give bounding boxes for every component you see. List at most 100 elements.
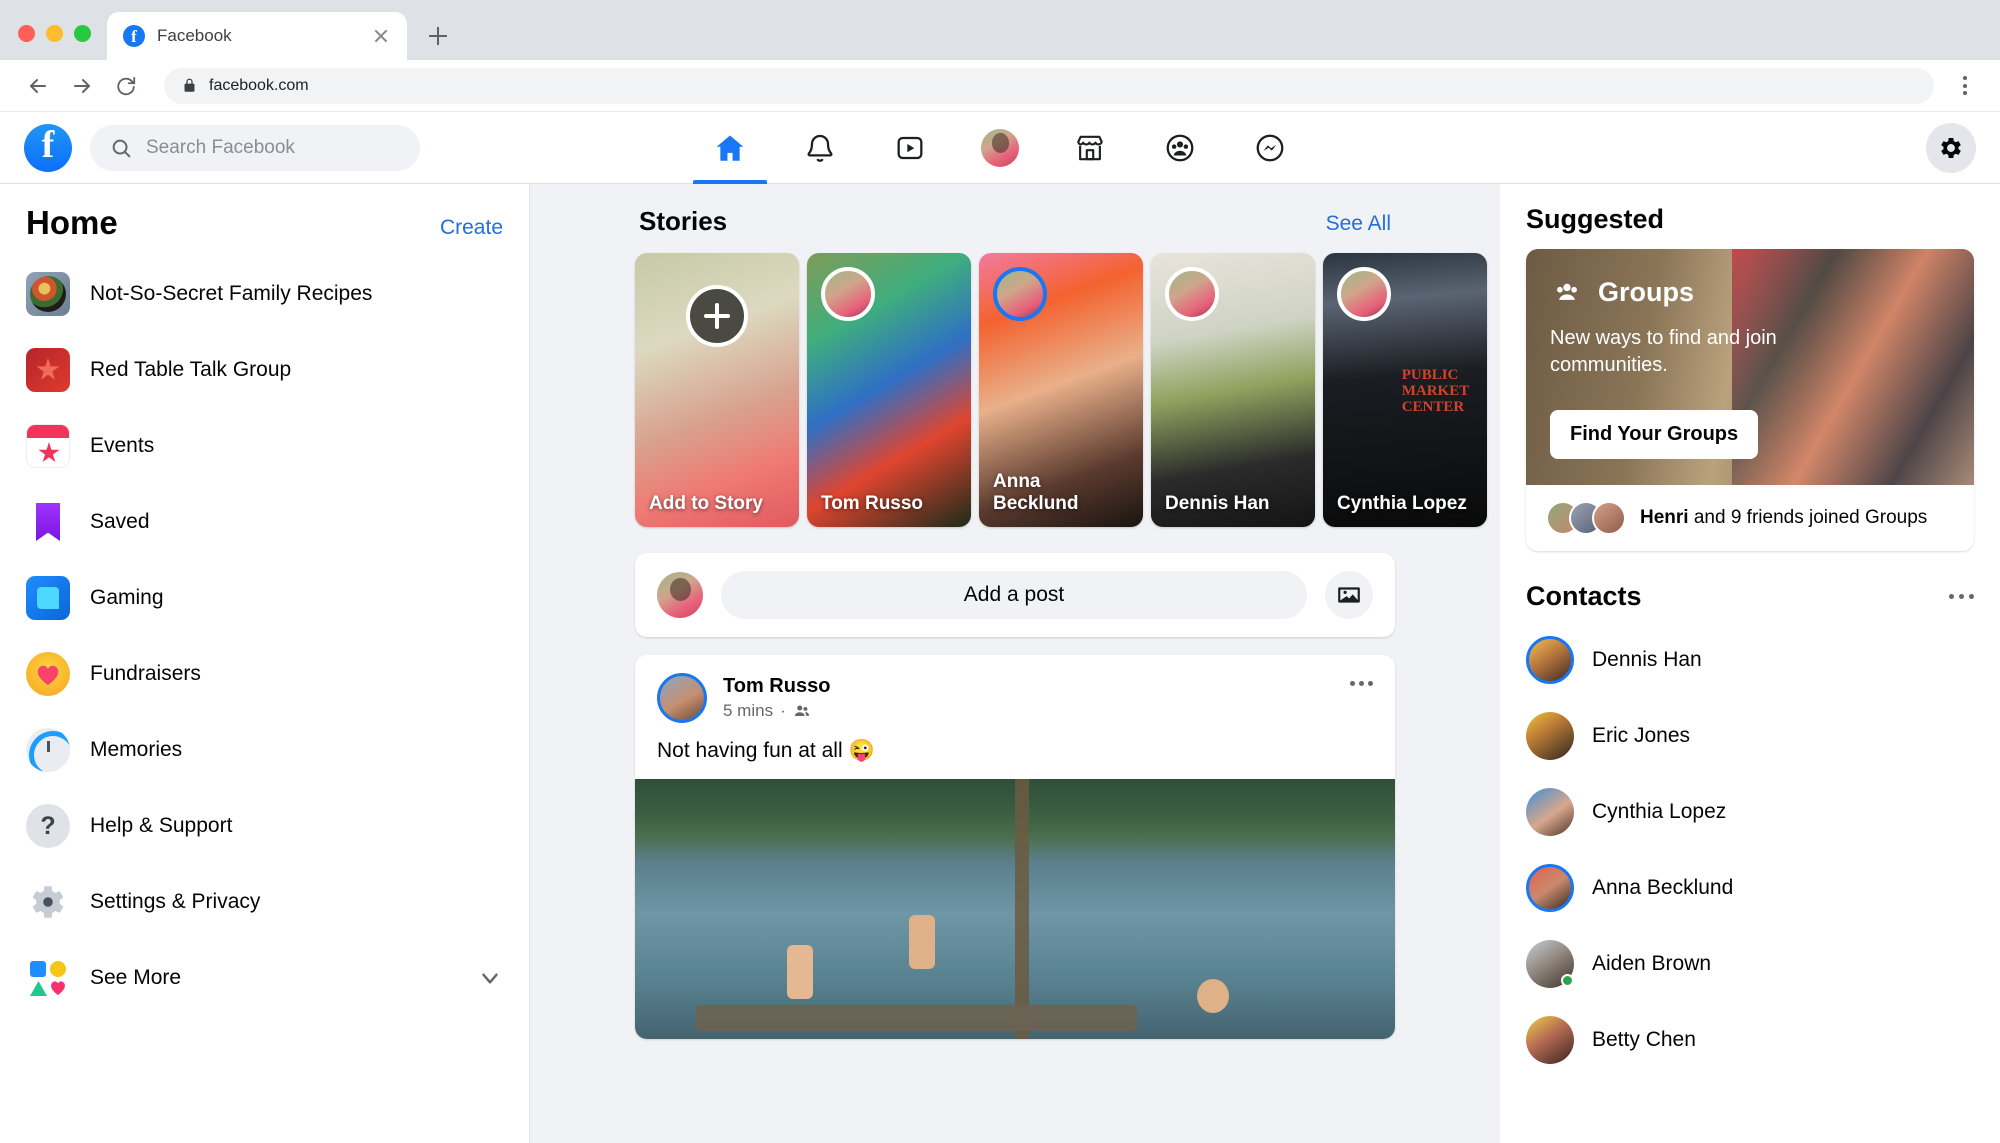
contact-row[interactable]: Aiden Brown (1526, 926, 1974, 1002)
new-tab-icon[interactable] (421, 19, 455, 53)
post-image[interactable] (635, 779, 1395, 1039)
nav-notifications[interactable] (775, 112, 865, 183)
online-status-badge (1561, 974, 1574, 987)
back-arrow-icon[interactable] (18, 66, 58, 106)
minimize-window-button[interactable] (46, 25, 63, 42)
sidebar-item-label: Help & Support (90, 814, 233, 837)
find-your-groups-button[interactable]: Find Your Groups (1550, 410, 1759, 459)
sidebar-item-label: Not-So-Secret Family Recipes (90, 282, 373, 305)
contact-row[interactable]: Eric Jones (1526, 698, 1974, 774)
nav-messenger[interactable] (1225, 112, 1315, 183)
close-window-button[interactable] (18, 25, 35, 42)
contacts-header: Contacts (1526, 581, 1974, 612)
gaming-icon (26, 576, 70, 620)
contact-row[interactable]: Anna Becklund (1526, 850, 1974, 926)
nav-groups[interactable] (1135, 112, 1225, 183)
story-card[interactable]: Tom Russo (807, 253, 971, 527)
post-text: Not having fun at all 😜 (657, 739, 875, 762)
sidebar-header: Home Create (26, 204, 503, 242)
contact-row[interactable]: Dennis Han (1526, 622, 1974, 698)
story-card-add[interactable]: Add to Story (635, 253, 799, 527)
groups-card-footer: Henri and 9 friends joined Groups (1526, 485, 1974, 551)
sidebar-item-label: Gaming (90, 586, 164, 609)
sidebar-item-gaming[interactable]: Gaming (26, 560, 503, 636)
sidebar-item-recipes[interactable]: Not-So-Secret Family Recipes (26, 256, 503, 332)
url-text: facebook.com (209, 76, 309, 94)
photo-icon[interactable] (1325, 571, 1373, 619)
window-traffic-lights (18, 25, 107, 60)
story-card[interactable]: Anna Becklund (979, 253, 1143, 527)
story-label: Cynthia Lopez (1337, 492, 1467, 514)
facebook-header: f (0, 112, 2000, 184)
add-post-input[interactable]: Add a post (721, 571, 1307, 619)
contact-name: Betty Chen (1592, 1028, 1696, 1051)
story-label: Dennis Han (1165, 492, 1270, 514)
settings-button[interactable] (1926, 122, 1976, 173)
avatar (821, 267, 875, 321)
right-sidebar: Suggested Groups New ways to find and jo… (1500, 184, 2000, 1143)
more-options-icon[interactable] (1949, 594, 1974, 599)
story-card[interactable]: Dennis Han (1151, 253, 1315, 527)
sidebar-item-label: Red Table Talk Group (90, 358, 292, 381)
forward-arrow-icon[interactable] (62, 66, 102, 106)
clock-rewind-icon (26, 728, 70, 772)
story-card[interactable]: PUBLIC MARKET CENTER Cynthia Lopez (1323, 253, 1487, 527)
lock-icon (182, 78, 197, 93)
nav-home[interactable] (685, 112, 775, 184)
create-link[interactable]: Create (440, 216, 503, 240)
groups-hero-image: Groups New ways to find and join communi… (1526, 249, 1974, 485)
gear-icon (26, 880, 70, 924)
groups-description: New ways to find and join communities. (1550, 327, 1777, 376)
avatar (993, 267, 1047, 321)
shop-icon (1074, 132, 1106, 164)
maximize-window-button[interactable] (74, 25, 91, 42)
reload-icon[interactable] (106, 66, 146, 106)
avatar (1165, 267, 1219, 321)
avatar (1526, 636, 1574, 684)
nav-profile[interactable] (955, 112, 1045, 183)
heart-circle-icon (26, 652, 70, 696)
news-feed: Stories See All Add to Story Tom Russo A… (530, 184, 1500, 1143)
stories-see-all-link[interactable]: See All (1326, 212, 1391, 236)
plus-icon[interactable] (686, 285, 748, 347)
sidebar-item-label: Fundraisers (90, 662, 201, 685)
contact-name: Aiden Brown (1592, 952, 1712, 975)
suggested-title: Suggested (1526, 204, 1665, 234)
sidebar-item-label: Saved (90, 510, 150, 533)
facebook-primary-nav (685, 112, 1315, 184)
address-bar[interactable]: facebook.com (164, 67, 1934, 104)
more-options-icon[interactable] (1350, 673, 1373, 686)
red-table-talk-thumbnail (26, 348, 70, 392)
sidebar-item-fundraisers[interactable]: Fundraisers (26, 636, 503, 712)
nav-watch[interactable] (865, 112, 955, 183)
facebook-favicon-icon: f (123, 25, 145, 47)
post-author[interactable]: Tom Russo (723, 675, 1334, 698)
contact-row[interactable]: Betty Chen (1526, 1002, 1974, 1078)
search-bar[interactable] (90, 124, 420, 171)
avatar (1526, 940, 1574, 988)
sidebar-item-saved[interactable]: Saved (26, 484, 503, 560)
sidebar-item-help-support[interactable]: Help & Support (26, 788, 503, 864)
kebab-menu-icon[interactable] (1948, 69, 1982, 103)
story-label: Tom Russo (821, 492, 924, 514)
groups-badge-label: Groups (1598, 276, 1695, 307)
nav-marketplace[interactable] (1045, 112, 1135, 183)
sidebar-item-memories[interactable]: Memories (26, 712, 503, 788)
post-header: Tom Russo 5 mins · (635, 655, 1395, 733)
search-input[interactable] (146, 136, 400, 159)
avatar[interactable] (657, 673, 707, 723)
sidebar-item-events[interactable]: Events (26, 408, 503, 484)
browser-tab-title: Facebook (157, 26, 232, 45)
feed-post: Tom Russo 5 mins · Not having fun at all… (635, 655, 1395, 1039)
close-icon[interactable] (371, 26, 391, 46)
browser-tab[interactable]: f Facebook (107, 12, 407, 60)
sidebar-item-see-more[interactable]: See More (26, 940, 503, 1016)
home-icon (713, 131, 747, 165)
facebook-logo-icon[interactable]: f (24, 123, 72, 172)
sidebar-item-label: See More (90, 966, 182, 989)
sidebar-item-settings-privacy[interactable]: Settings & Privacy (26, 864, 503, 940)
contact-row[interactable]: Cynthia Lopez (1526, 774, 1974, 850)
groups-footer-name[interactable]: Henri (1640, 507, 1689, 528)
sidebar-item-red-table-talk[interactable]: Red Table Talk Group (26, 332, 503, 408)
chevron-down-icon[interactable] (477, 965, 503, 991)
